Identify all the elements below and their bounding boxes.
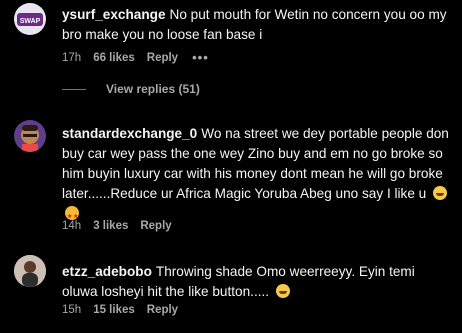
avatar[interactable]: SWAP (14, 3, 46, 35)
divider (62, 88, 86, 90)
view-replies-label: View replies (51) (106, 82, 200, 96)
view-replies-button[interactable]: View replies (51) (62, 82, 200, 96)
comment-likes[interactable]: 15 likes (93, 304, 135, 316)
comment-time: 14h (62, 220, 82, 232)
avatar-logo-icon: SWAP (17, 13, 43, 26)
comment-text: standardexchange_0 Wo na street we dey po… (62, 124, 452, 227)
comment-likes[interactable]: 3 likes (93, 220, 128, 232)
comment-username[interactable]: ysurf_exchange (62, 7, 166, 22)
reply-button[interactable]: Reply (140, 220, 171, 232)
more-options-icon[interactable]: ••• (192, 50, 209, 65)
star-struck-emoji-icon (65, 206, 79, 227)
svg-text:SWAP: SWAP (20, 18, 41, 25)
reply-button[interactable]: Reply (147, 52, 178, 64)
comment-time: 17h (62, 51, 82, 64)
avatar[interactable] (14, 120, 46, 152)
comment-username[interactable]: standardexchange_0 (62, 126, 197, 141)
avatar-character-icon (14, 120, 46, 152)
comment-meta: 15h 15 likes Reply (62, 304, 190, 316)
laughing-emoji-icon (433, 186, 448, 200)
comment-likes[interactable]: 66 likes (93, 52, 135, 64)
comment-time: 15h (62, 304, 82, 316)
comment-meta: 17h 66 likes Reply ••• (62, 50, 221, 65)
avatar-photo-icon (14, 255, 46, 287)
avatar[interactable] (14, 255, 46, 287)
laughing-emoji-icon (275, 284, 290, 298)
comment-meta: 14h 3 likes Reply (62, 220, 184, 232)
comment-text: etzz_adebobo Throwing shade Omo weerreeyy… (62, 262, 452, 302)
comment-text: ysurf_exchange No put mouth for Wetin no … (62, 5, 452, 45)
reply-button[interactable]: Reply (147, 304, 178, 316)
comment-username[interactable]: etzz_adebobo (62, 264, 152, 279)
